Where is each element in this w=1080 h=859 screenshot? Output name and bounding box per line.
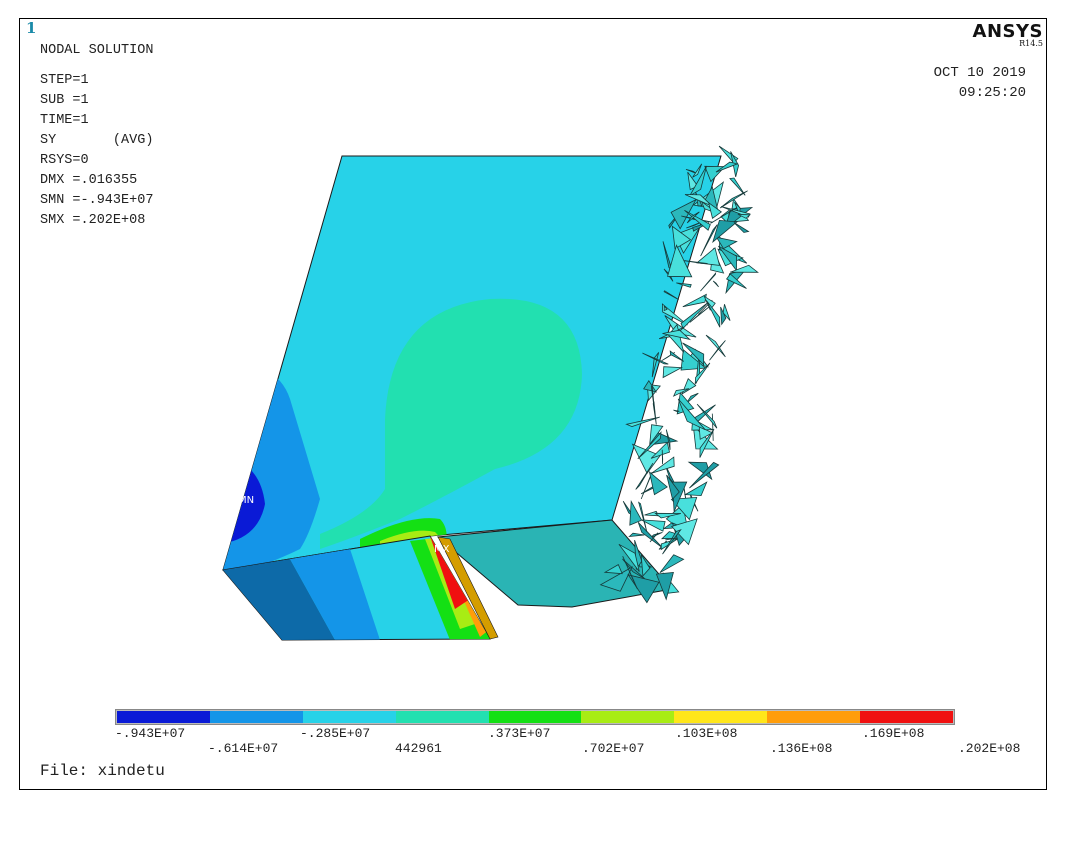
fracture-facet [711,413,714,441]
fracture-facet [712,280,719,288]
fracture-facet [709,340,726,361]
legend-label-6: .702E+07 [582,741,645,756]
legend-swatch-8 [767,711,861,723]
legend-label-2: -.614E+07 [208,741,279,756]
legend-swatch-3 [302,711,396,723]
min-node-marker: MN [238,495,254,506]
legend-swatch-9 [860,711,954,723]
legend-label-10: .202E+08 [958,741,1021,756]
legend-label-7: .103E+08 [675,726,738,741]
legend-swatch-1 [117,711,210,723]
fracture-facet [733,222,750,233]
legend-label-1: -.943E+07 [115,726,186,741]
fracture-facet [683,481,708,497]
color-legend-bar [115,709,955,725]
fracture-facet [648,471,668,496]
legend-swatch-2 [209,711,303,723]
max-node-marker: MX [434,544,450,555]
legend-swatch-7 [674,711,768,723]
fracture-facet [628,532,645,538]
legend-label-3: -.285E+07 [300,726,371,741]
fracture-facet [700,271,717,292]
fracture-facet [659,554,685,574]
fracture-facet [661,449,664,465]
legend-swatch-5 [488,711,582,723]
fracture-facet [682,293,707,308]
fe-model-contour-plot[interactable]: MN MX [20,19,1046,789]
fracture-facet [681,378,697,395]
legend-label-5: .373E+07 [488,726,551,741]
file-name-label: File: xindetu [40,762,165,780]
legend-label-9: .169E+08 [862,726,925,741]
graphics-window[interactable]: 1 NODAL SOLUTION STEP=1 SUB =1 TIME=1 SY… [19,18,1047,790]
legend-label-4: 442961 [395,741,442,756]
legend-swatch-6 [581,711,675,723]
fracture-facet [669,350,685,362]
legend-label-8: .136E+08 [770,741,833,756]
fracture-facet [662,366,684,379]
fracture-facet [705,334,726,358]
legend-swatch-4 [395,711,489,723]
